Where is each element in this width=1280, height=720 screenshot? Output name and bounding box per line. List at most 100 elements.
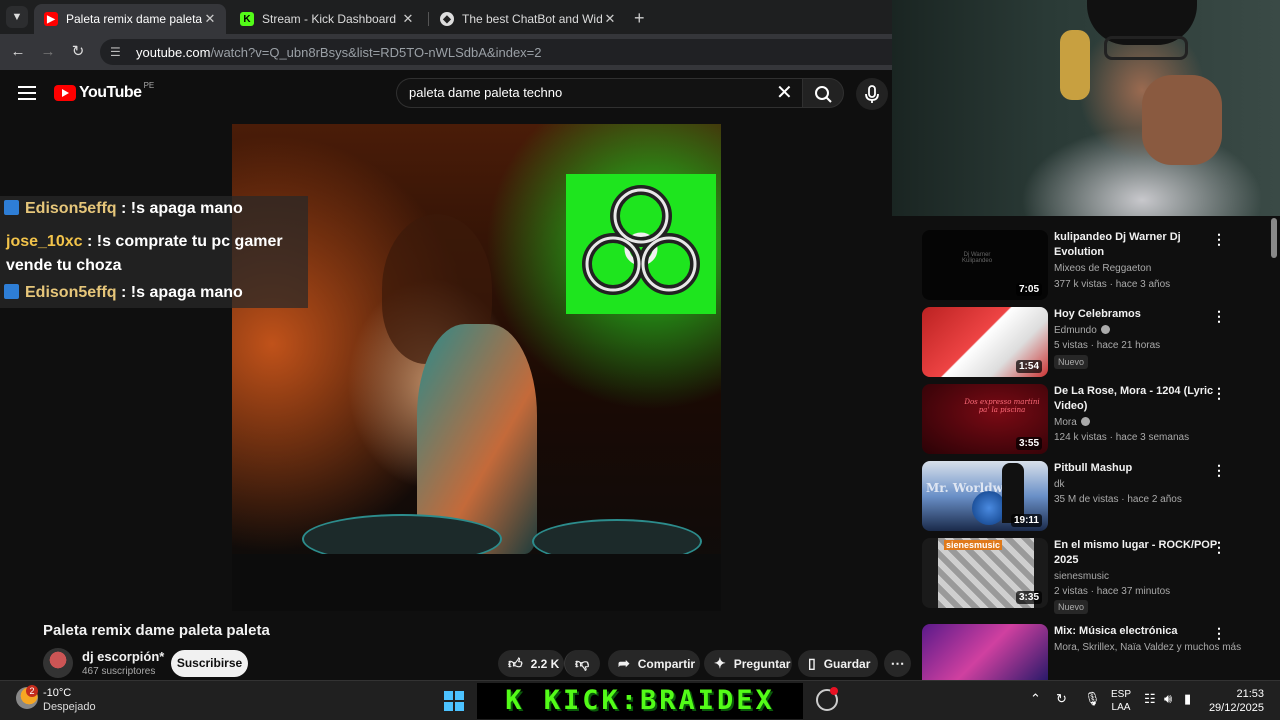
like-count: 2.2 K xyxy=(530,656,560,671)
close-tab-icon[interactable]: ✕ xyxy=(202,11,218,27)
recommendation-meta: 5 vistas · hace 21 horas xyxy=(1054,340,1161,351)
duration-badge: 19:11 xyxy=(1010,514,1042,527)
verified-icon xyxy=(1100,325,1110,334)
notification-dot xyxy=(830,687,838,695)
voice-search-button[interactable] xyxy=(856,78,888,110)
recommendation-channel[interactable]: Mora xyxy=(1054,417,1090,428)
thumbs-down-icon: 👎︎ xyxy=(575,655,590,671)
windows-start-icon[interactable] xyxy=(444,691,464,711)
recommendation-channel[interactable]: dk xyxy=(1054,479,1065,490)
tab-title: Stream - Kick Dashboard xyxy=(262,12,397,26)
chevron-up-icon[interactable]: ⌃ xyxy=(1030,691,1041,707)
share-button[interactable]: ➦ Compartir xyxy=(608,650,700,677)
hand-graphic xyxy=(1142,75,1222,165)
clear-search-icon[interactable]: ✕ xyxy=(776,82,793,104)
chat-text: : !s apaga mano xyxy=(121,284,243,301)
save-button[interactable]: ▯ Guardar xyxy=(798,650,878,677)
thumbnail-text: Dj Warner Kulipandeo xyxy=(962,252,993,264)
recommendation-channel: Mora, Skrillex, Naïa Valdez y muchos más xyxy=(1054,642,1242,653)
search-button[interactable] xyxy=(802,78,844,108)
kick-favicon-icon: K xyxy=(240,12,254,26)
tab-search-button[interactable]: ▼ xyxy=(6,6,28,28)
video-thumbnail[interactable] xyxy=(922,624,1048,680)
volume-icon[interactable]: 🔊︎ xyxy=(1164,691,1172,707)
weather-temperature[interactable]: -10°C xyxy=(43,687,71,699)
recommendation-item[interactable]: Dj Warner Kulipandeo 7:05 kulipandeo Dj … xyxy=(922,230,1262,302)
windows-taskbar: 2 -10°C Despejado K KICK:BRAIDEX ⌃ ↻ 🎙︎ … xyxy=(0,680,1280,720)
recommendation-item[interactable]: Mix: Música electrónica Mora, Skrillex, … xyxy=(922,624,1262,680)
youtube-header: YouTube PE paleta dame paleta techno ✕ xyxy=(0,70,892,120)
recommendation-title[interactable]: De La Rose, Mora - 1204 (Lyric Video) xyxy=(1054,384,1229,414)
recommendation-title[interactable]: En el mismo lugar - ROCK/POP 2025 xyxy=(1054,538,1229,568)
video-thumbnail[interactable]: Dos expresso martini pa' la piscina 3:55 xyxy=(922,384,1048,454)
search-input[interactable]: paleta dame paleta techno xyxy=(396,78,802,108)
video-thumbnail[interactable]: Dj Warner Kulipandeo 7:05 xyxy=(922,230,1048,300)
dislike-button[interactable]: 👎︎ xyxy=(564,650,600,677)
ask-button[interactable]: ✦ Preguntar xyxy=(704,650,792,677)
recommendation-title[interactable]: Mix: Música electrónica xyxy=(1054,624,1229,639)
more-actions-button[interactable]: ⋯ xyxy=(884,650,911,677)
tab-chatbot[interactable]: ◆ The best ChatBot and Widgets ✕ xyxy=(430,4,626,34)
share-label: Compartir xyxy=(637,656,696,671)
recommendation-item[interactable]: Mr. Worldwide 19:11 Pitbull Mashup dk 35… xyxy=(922,461,1262,533)
recommendation-title[interactable]: Hoy Celebramos xyxy=(1054,307,1229,322)
channel-avatar[interactable] xyxy=(43,648,73,678)
biohazard-icon xyxy=(582,185,700,295)
hamburger-menu-icon[interactable] xyxy=(18,86,36,100)
back-arrow-icon[interactable]: ← xyxy=(8,42,28,62)
more-vertical-icon[interactable]: ⋮ xyxy=(1212,386,1226,400)
browser-tab-bar: ▼ ▶ Paleta remix dame paleta paleta ✕ K … xyxy=(0,0,892,34)
channel-name[interactable]: dj escorpión* xyxy=(82,649,164,664)
recommendation-item[interactable]: sienesmusic 3:35 En el mismo lugar - ROC… xyxy=(922,538,1262,614)
recommendation-channel[interactable]: Edmundo xyxy=(1054,325,1110,336)
recommendation-title[interactable]: Pitbull Mashup xyxy=(1054,461,1229,476)
battery-icon[interactable]: ▮ xyxy=(1184,691,1191,707)
sync-icon[interactable]: ↻ xyxy=(1056,691,1067,707)
video-thumbnail[interactable]: sienesmusic 3:35 xyxy=(922,538,1048,608)
clock-date[interactable]: 29/12/2025 xyxy=(1200,702,1264,714)
recommendation-channel[interactable]: Mixeos de Reggaeton xyxy=(1054,263,1151,274)
country-code: PE xyxy=(143,80,155,90)
weather-description[interactable]: Despejado xyxy=(43,701,96,713)
address-bar[interactable]: ☰ youtube.com/watch?v=Q_ubn8rBsys&list=R… xyxy=(100,39,892,65)
youtube-logo[interactable]: YouTube PE xyxy=(54,80,155,102)
close-tab-icon[interactable]: ✕ xyxy=(400,11,416,27)
forward-arrow-icon[interactable]: → xyxy=(38,42,58,62)
recommendation-meta: 377 k vistas · hace 3 años xyxy=(1054,279,1171,290)
reload-icon[interactable]: ↻ xyxy=(68,42,88,62)
recommendation-title[interactable]: kulipandeo Dj Warner Dj Evolution xyxy=(1054,230,1229,260)
more-vertical-icon[interactable]: ⋮ xyxy=(1212,626,1226,640)
video-title: Paleta remix dame paleta paleta xyxy=(43,622,270,639)
site-info-icon[interactable]: ☰ xyxy=(110,45,128,59)
sparkle-icon: ✦ xyxy=(714,655,726,671)
more-vertical-icon[interactable]: ⋮ xyxy=(1212,540,1226,554)
more-vertical-icon[interactable]: ⋮ xyxy=(1212,309,1226,323)
subscriber-count: 467 suscriptores xyxy=(82,666,156,677)
more-vertical-icon[interactable]: ⋮ xyxy=(1212,232,1226,246)
tab-youtube[interactable]: ▶ Paleta remix dame paleta paleta ✕ xyxy=(34,4,226,34)
youtube-favicon-icon: ▶ xyxy=(44,12,58,26)
subscribe-button[interactable]: Suscribirse xyxy=(171,650,248,677)
url-path: /watch?v=Q_ubn8rBsys&list=RD5TO-nWLSdbA&… xyxy=(210,44,542,60)
recommendation-channel[interactable]: sienesmusic xyxy=(1054,571,1109,582)
chatbot-favicon-icon: ◆ xyxy=(440,12,454,26)
scrollbar-thumb[interactable] xyxy=(1271,218,1277,258)
input-language[interactable]: ESP LAA xyxy=(1111,688,1131,714)
video-thumbnail[interactable]: Mr. Worldwide 19:11 xyxy=(922,461,1048,531)
sidebar-scrollbar[interactable] xyxy=(1270,216,1278,676)
microphone-icon[interactable]: 🎙︎ xyxy=(1084,691,1101,707)
globe-graphic xyxy=(972,491,1006,525)
more-vertical-icon[interactable]: ⋮ xyxy=(1212,463,1226,477)
like-button[interactable]: 👍︎ 2.2 K xyxy=(498,650,564,677)
tab-kick-dashboard[interactable]: K Stream - Kick Dashboard ✕ xyxy=(230,4,424,34)
share-arrow-icon: ➦ xyxy=(618,655,630,671)
clock-time[interactable]: 21:53 xyxy=(1200,688,1264,700)
close-tab-icon[interactable]: ✕ xyxy=(602,11,618,27)
new-tab-button[interactable]: + xyxy=(634,8,645,29)
kick-channel-banner: K KICK:BRAIDEX xyxy=(477,683,803,719)
ask-label: Preguntar xyxy=(733,656,791,671)
wifi-icon[interactable]: ☷ xyxy=(1144,691,1156,707)
recommendation-item[interactable]: Dos expresso martini pa' la piscina 3:55… xyxy=(922,384,1262,456)
recommendation-item[interactable]: 1:54 Hoy Celebramos Edmundo 5 vistas · h… xyxy=(922,307,1262,379)
video-thumbnail[interactable]: 1:54 xyxy=(922,307,1048,377)
